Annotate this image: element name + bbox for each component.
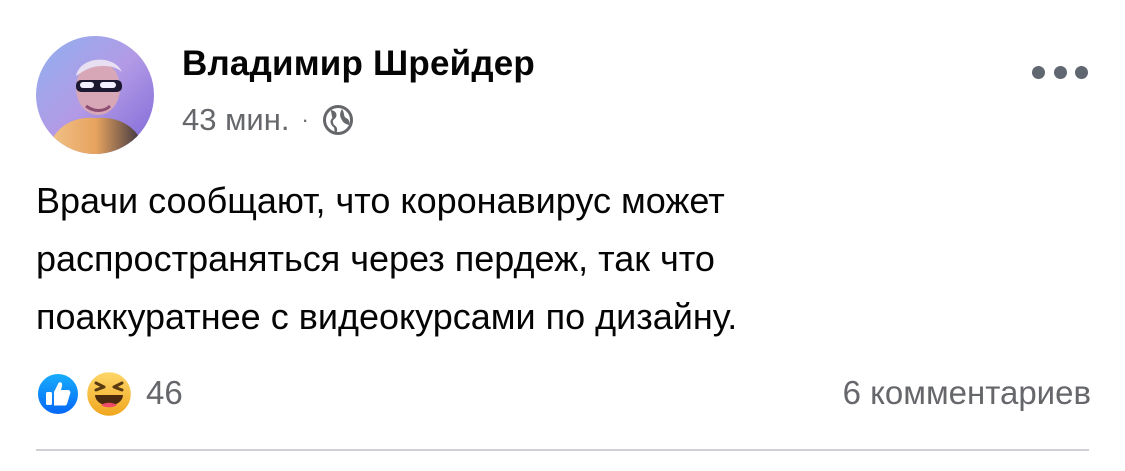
more-options-icon[interactable]: [1032, 62, 1088, 82]
post-header: Владимир Шрейдер 43 мин. ·: [36, 36, 1096, 154]
post-timestamp[interactable]: 43 мин.: [182, 102, 289, 138]
reactions-bar: 46 6 комментариев: [36, 365, 1091, 421]
reaction-icons[interactable]: [36, 369, 136, 419]
reaction-count[interactable]: 46: [146, 374, 183, 412]
comments-count[interactable]: 6 комментариев: [843, 374, 1091, 412]
post-text: Врачи сообщают, что коронавирус может ра…: [36, 172, 1086, 346]
meta-separator: ·: [301, 107, 309, 132]
more-dot: [1032, 65, 1045, 79]
post-text-line: Врачи сообщают, что коронавирус может: [36, 180, 725, 221]
post-text-line: поаккуратнее с видеокурсами по дизайну.: [36, 296, 738, 337]
post-text-line: распространяться через пердеж, так что: [36, 238, 715, 279]
like-icon: [36, 372, 80, 416]
divider: [36, 449, 1089, 451]
post-meta: 43 мин. ·: [182, 100, 355, 140]
author-name[interactable]: Владимир Шрейдер: [182, 44, 535, 84]
globe-icon[interactable]: [321, 103, 355, 137]
more-dot: [1053, 65, 1067, 79]
avatar[interactable]: [36, 36, 154, 154]
more-dot: [1075, 65, 1088, 79]
haha-icon: [84, 369, 134, 419]
